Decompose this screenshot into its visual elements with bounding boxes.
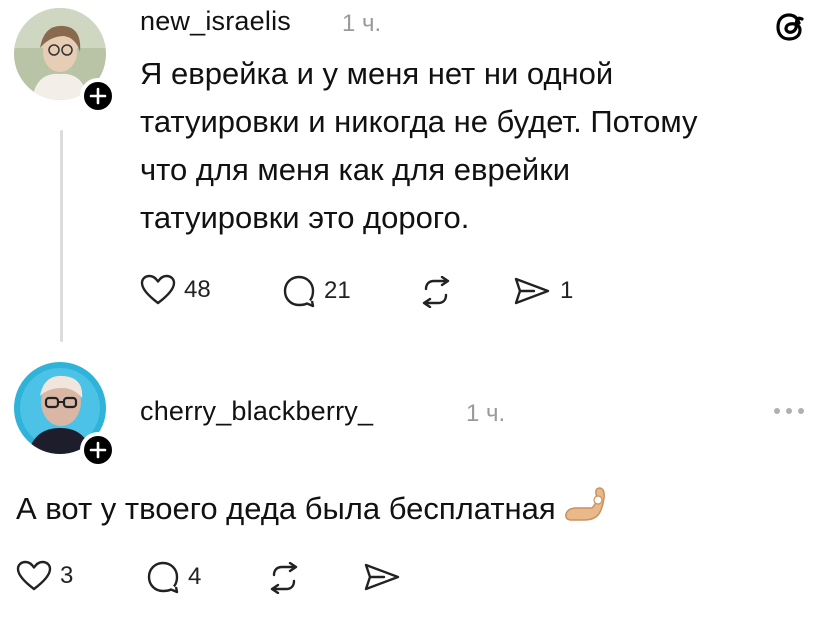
send-count: 1 — [560, 277, 574, 304]
send-icon — [514, 277, 550, 305]
plus-icon — [89, 441, 107, 459]
repost-button[interactable] — [418, 276, 454, 308]
post-text-line: татуировки и никогда не будет. Потому — [140, 104, 698, 139]
send-button[interactable] — [362, 562, 402, 592]
username[interactable]: cherry_blackberry_ — [140, 396, 373, 427]
username[interactable]: new_israelis — [140, 6, 291, 37]
like-count: 3 — [60, 562, 74, 589]
like-count: 48 — [184, 276, 211, 303]
reply-text-content: А вот у твоего деда была бесплатная — [16, 491, 556, 527]
thread-line — [60, 130, 63, 342]
post-text: Я еврейка и у меня нет ни одной татуиров… — [140, 50, 698, 242]
reply-button[interactable]: 4 — [146, 560, 201, 594]
repost-icon — [422, 276, 450, 308]
timestamp: 1 ч. — [342, 10, 382, 37]
send-button[interactable]: 1 — [512, 276, 573, 306]
follow-plus-button[interactable] — [80, 78, 116, 114]
plus-icon — [89, 87, 107, 105]
reply-count: 4 — [188, 563, 202, 590]
more-icon[interactable] — [774, 408, 804, 414]
follow-plus-button[interactable] — [80, 432, 116, 468]
send-icon — [364, 563, 400, 591]
post-text-line: что для меня как для еврейки — [140, 152, 571, 187]
repost-icon — [270, 562, 298, 594]
threads-logo-icon[interactable] — [774, 8, 808, 51]
timestamp: 1 ч. — [466, 400, 506, 427]
like-button[interactable]: 48 — [140, 274, 211, 306]
reply-count: 21 — [324, 277, 351, 304]
reply-button[interactable]: 21 — [282, 274, 351, 308]
ok-hand-icon — [562, 484, 610, 538]
comment-icon — [147, 561, 179, 594]
comment-icon — [283, 275, 315, 308]
reply-text: А вот у твоего деда была бесплатная — [16, 484, 610, 538]
heart-icon — [140, 274, 176, 305]
post-text-line: татуировки это дорого. — [140, 200, 470, 235]
post-text-line: Я еврейка и у меня нет ни одной — [140, 56, 614, 91]
heart-icon — [16, 560, 52, 591]
like-button[interactable]: 3 — [16, 560, 73, 592]
repost-button[interactable] — [266, 562, 302, 594]
